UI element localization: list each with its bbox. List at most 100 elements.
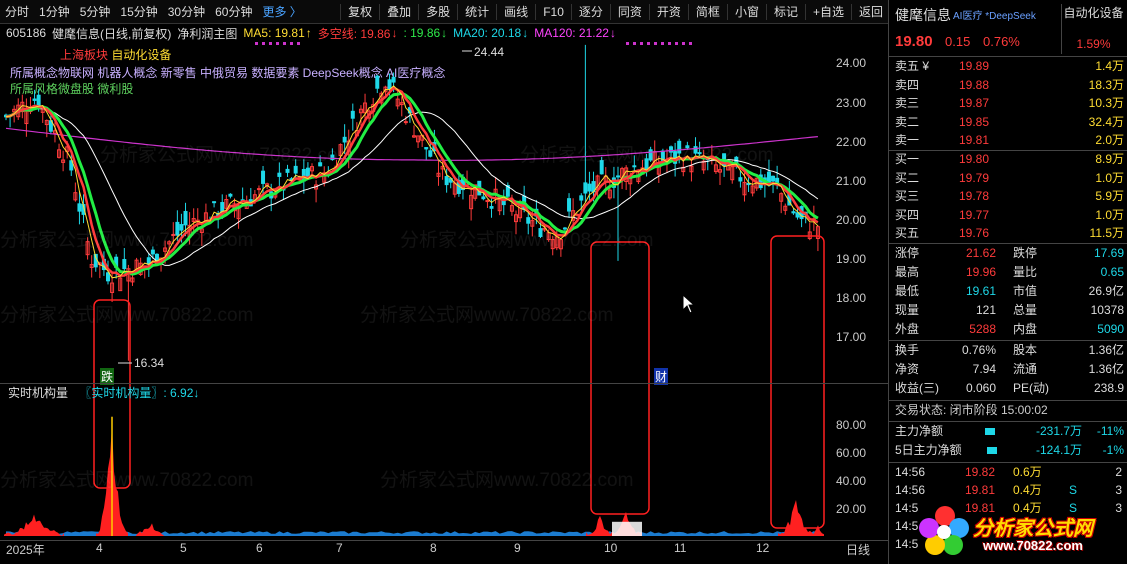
toolbar-button-3[interactable]: 统计	[460, 0, 494, 24]
ma20-arrow: ↓	[522, 26, 529, 40]
toolbar-button-1[interactable]: 叠加	[382, 0, 416, 24]
toolbar-period-5[interactable]: 60分钟	[210, 0, 257, 24]
sub-red-spike	[136, 523, 164, 536]
toolbar-period-1[interactable]: 1分钟	[34, 0, 75, 24]
stat-label: 涨停	[895, 246, 920, 260]
candle-body	[175, 221, 180, 236]
candle-body	[106, 272, 110, 282]
candle-body	[391, 76, 396, 83]
ma120-marker	[269, 42, 272, 45]
bid-row[interactable]: 买三 19.78 5.9万	[889, 187, 1127, 206]
period-label[interactable]: 日线	[846, 541, 870, 558]
stat-value: 238.9	[1093, 381, 1124, 395]
stat-value: 5090	[1097, 322, 1124, 336]
low-price-label: 16.34	[134, 356, 165, 370]
toolbar-button-5[interactable]: F10	[538, 0, 569, 24]
tick-count: 2	[1115, 465, 1122, 479]
toolbar-separator	[765, 3, 767, 20]
toolbar-separator	[804, 3, 806, 20]
flow-bar	[985, 428, 995, 435]
tick-volume: 0.6万	[1013, 465, 1042, 479]
bid-row[interactable]: 买五 19.76 11.5万	[889, 224, 1127, 243]
x-month-label: 5	[180, 541, 187, 555]
candle-body	[575, 213, 580, 216]
ask-row[interactable]: 卖三 19.87 10.3万	[889, 94, 1127, 113]
sub-indicator-name[interactable]: 实时机构量	[8, 386, 68, 400]
ma120-marker	[689, 42, 692, 45]
candle-body	[256, 188, 261, 191]
ma120-marker	[633, 42, 636, 45]
toolbar-button-11[interactable]: 标记	[769, 0, 803, 24]
stock-tags: AI医疗 *DeepSeek	[953, 11, 1036, 22]
bid-price: 19.79	[959, 170, 990, 185]
candle-body	[277, 172, 282, 177]
toolbar-button-7[interactable]: 同资	[613, 0, 647, 24]
stat-row: 最低 19.61 市值 26.9亿	[889, 282, 1127, 301]
candle-body	[32, 98, 37, 101]
tick-count: 3	[1115, 483, 1122, 497]
candle-body	[562, 227, 567, 230]
flow-label: 主力净额	[895, 424, 944, 438]
stat-label: 换手	[895, 343, 920, 357]
ask-row[interactable]: 卖一 19.81 2.0万	[889, 131, 1127, 150]
ask-price: 19.89	[959, 59, 990, 73]
ma120-marker	[297, 42, 300, 45]
flow-label: 5日主力净额	[895, 443, 962, 457]
ma120-marker	[276, 42, 279, 45]
toolbar-period-2[interactable]: 5分钟	[75, 0, 116, 24]
candle-body	[583, 182, 588, 194]
ask-price: 19.81	[959, 133, 990, 147]
candle-body	[228, 193, 233, 197]
toolbar-button-10[interactable]: 小窗	[730, 0, 764, 24]
toolbar-button-9[interactable]: 简框	[691, 0, 725, 24]
ask-volume: 18.3万	[1088, 77, 1124, 92]
toolbar-button-8[interactable]: 开资	[652, 0, 686, 24]
toolbar-period-6[interactable]: 更多 〉	[257, 0, 306, 24]
toolbar-button-13[interactable]: 返回	[854, 0, 888, 24]
stat-row: 现量 121 总量 10378	[889, 301, 1127, 320]
bid-volume: 11.5万	[1089, 226, 1124, 240]
candle-body	[444, 176, 449, 186]
candle-body	[599, 160, 604, 175]
toolbar-button-6[interactable]: 逐分	[574, 0, 608, 24]
toolbar-period-0[interactable]: 分时	[0, 0, 34, 24]
bid-row[interactable]: 买四 19.77 1.0万	[889, 206, 1127, 225]
flow-row[interactable]: 5日主力净额 -124.1万 -1%	[889, 441, 1127, 460]
candle-body	[77, 203, 82, 212]
toolbar-button-0[interactable]: 复权	[343, 0, 377, 24]
toolbar-button-12[interactable]: +自选	[808, 0, 849, 24]
flow-amount: -124.1万	[1035, 443, 1082, 457]
duokong-green-line	[5, 91, 819, 276]
ask-label: 卖二	[895, 114, 920, 129]
ma5-red-line	[5, 86, 819, 277]
flow-row[interactable]: 主力净额 -231.7万 -11%	[889, 422, 1127, 441]
candle-body	[669, 146, 674, 153]
kline-chart[interactable]	[0, 42, 888, 542]
bid-row[interactable]: 买二 19.79 1.0万	[889, 169, 1127, 188]
toolbar-separator	[535, 3, 537, 20]
toolbar-separator	[648, 3, 650, 20]
toolbar-button-2[interactable]: 多股	[421, 0, 455, 24]
ma20-line	[5, 108, 819, 266]
bid-row[interactable]: 买一 19.80 8.9万	[889, 150, 1127, 169]
sub-indicator-arrow: ↓	[193, 386, 200, 400]
ask-row[interactable]: 卖四 19.88 18.3万	[889, 76, 1127, 95]
candle-body	[403, 121, 408, 124]
toolbar-period-3[interactable]: 15分钟	[115, 0, 162, 24]
bid-label: 买一	[895, 152, 920, 166]
ask-label: 卖三	[895, 96, 920, 110]
candle-body	[526, 217, 531, 224]
ask-row[interactable]: 卖五 ¥ 19.89 1.4万	[889, 57, 1127, 76]
candle-body	[375, 75, 380, 89]
candle-body	[685, 145, 690, 149]
indicator-selector[interactable]: 净利润主图	[177, 25, 237, 42]
candle-body	[587, 183, 592, 192]
candle-body	[693, 146, 698, 154]
ask-row[interactable]: 卖二 19.85 32.4万	[889, 113, 1127, 132]
candle-body	[183, 210, 188, 226]
toolbar-button-4[interactable]: 画线	[499, 0, 533, 24]
tick-time: 14:56	[895, 465, 926, 479]
ma5-value: MA5: 19.81	[243, 26, 305, 40]
toolbar-period-4[interactable]: 30分钟	[163, 0, 210, 24]
ma120-marker	[290, 42, 293, 45]
